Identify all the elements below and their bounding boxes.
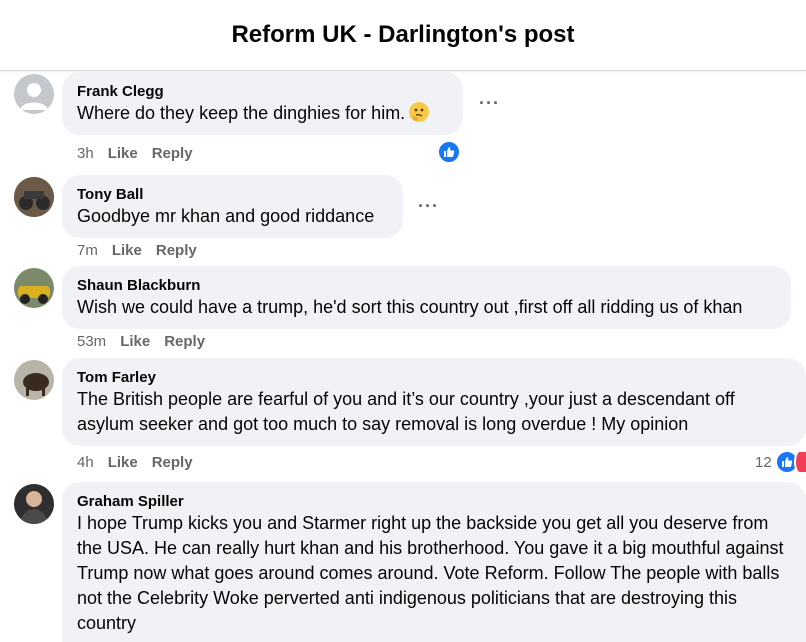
default-avatar-icon [20,83,48,110]
comment-time[interactable]: 4h [77,454,94,471]
comment-text: I hope Trump kicks you and Starmer right… [77,513,784,633]
reaction-count[interactable]: 12 [755,454,772,471]
avatar[interactable] [14,360,54,400]
comment-author[interactable]: Tom Farley [77,368,792,387]
comment-text: Where do they keep the dinghies for him. [77,101,449,126]
comment-tony-ball: Tony Ball Goodbye mr khan and good ridda… [0,175,806,265]
post-header: Reform UK - Darlington's post [0,0,806,71]
like-button[interactable]: Like [112,242,142,259]
reply-button[interactable]: Reply [152,454,193,471]
more-options-icon[interactable]: ··· [479,94,500,112]
comment-text: Goodbye mr khan and good riddance [77,206,375,226]
reply-button[interactable]: Reply [156,242,197,259]
avatar-photo-icon [14,177,54,217]
comment-author[interactable]: Frank Clegg [77,82,449,101]
comment-author[interactable]: Shaun Blackburn [77,276,777,295]
comment-meta: 3h Like Reply [77,145,207,162]
comment-author[interactable]: Tony Ball [77,185,389,204]
comment-meta: 7m Like Reply [77,242,211,259]
comment-text-body: Where do they keep the dinghies for him. [77,103,406,123]
avatar-photo-icon [14,268,54,308]
comment-author[interactable]: Graham Spiller [77,492,792,511]
comment-time[interactable]: 53m [77,333,106,350]
comment-bubble: Tony Ball Goodbye mr khan and good ridda… [62,175,403,238]
like-button[interactable]: Like [108,454,138,471]
comment-time[interactable]: 7m [77,242,98,259]
comment-text: The British people are fearful of you an… [77,389,735,434]
comment-tom-farley: Tom Farley The British people are fearfu… [0,358,806,478]
love-reaction-icon[interactable] [794,450,806,474]
like-button[interactable]: Like [120,333,150,350]
comment-meta: 53m Like Reply [77,333,219,350]
avatar[interactable] [14,268,54,308]
comment-bubble: Shaun Blackburn Wish we could have a tru… [62,266,791,329]
comment-bubble: Frank Clegg Where do they keep the dingh… [62,72,463,135]
comment-graham-spiller: Graham Spiller I hope Trump kicks you an… [0,482,806,642]
comment-meta: 4h Like Reply [77,454,207,471]
thinking-face-icon [409,102,430,122]
comment-bubble: Tom Farley The British people are fearfu… [62,358,806,446]
reply-button[interactable]: Reply [152,145,193,162]
reply-button[interactable]: Reply [164,333,205,350]
comment-time[interactable]: 3h [77,145,94,162]
comment-text: Wish we could have a trump, he'd sort th… [77,297,743,317]
avatar[interactable] [14,74,54,114]
avatar-photo-icon [14,484,54,524]
avatar[interactable] [14,177,54,217]
like-reaction-icon[interactable] [437,140,461,164]
like-button[interactable]: Like [108,145,138,162]
more-options-icon[interactable]: ··· [418,197,439,215]
comment-shaun-blackburn: Shaun Blackburn Wish we could have a tru… [0,266,806,356]
avatar[interactable] [14,484,54,524]
comment-bubble: Graham Spiller I hope Trump kicks you an… [62,482,806,642]
avatar-photo-icon [14,360,54,400]
page-title: Reform UK - Darlington's post [231,21,575,48]
comment-frank-clegg: Frank Clegg Where do they keep the dingh… [0,72,806,172]
